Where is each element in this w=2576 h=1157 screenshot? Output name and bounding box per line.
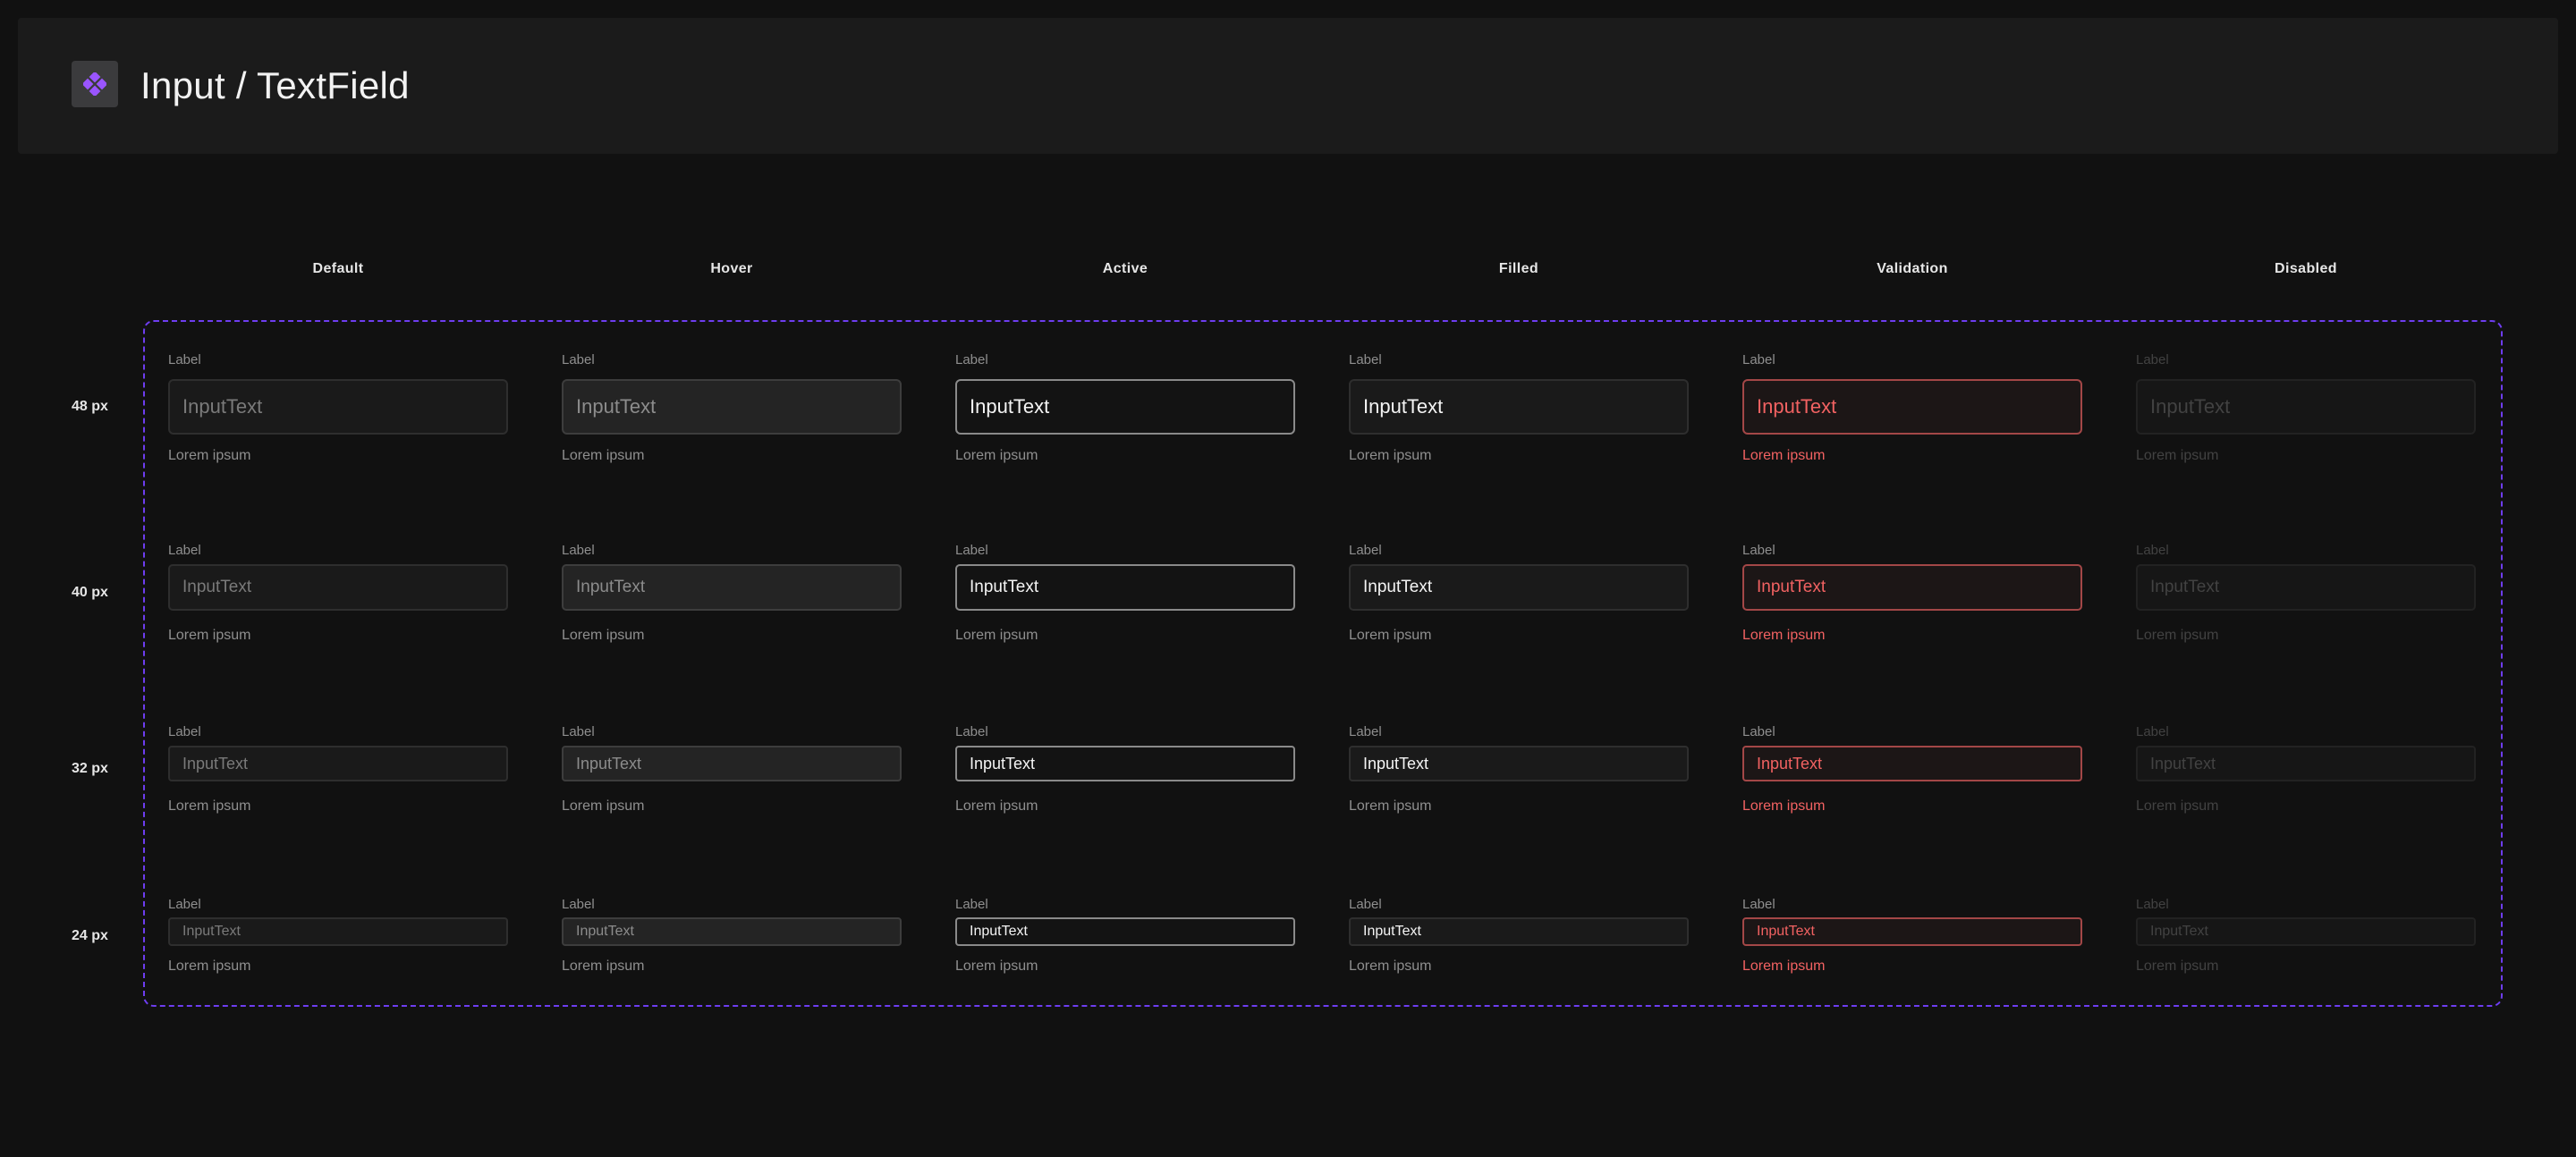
helper-text: Lorem ipsum — [955, 628, 1038, 643]
field-label: Label — [2136, 543, 2169, 558]
text-input[interactable]: InputText — [168, 746, 508, 781]
text-input[interactable]: InputText — [562, 379, 902, 435]
text-input[interactable]: InputText — [1742, 746, 2082, 781]
field-label: Label — [1742, 543, 1775, 558]
field-label: Label — [562, 897, 595, 912]
column-header-hover: Hover — [710, 261, 753, 276]
field-label: Label — [168, 352, 201, 367]
column-header-active: Active — [1102, 261, 1148, 276]
text-input[interactable]: InputText — [1349, 746, 1689, 781]
helper-text: Lorem ipsum — [955, 959, 1038, 974]
helper-text: Lorem ipsum — [1349, 628, 1432, 643]
field-label: Label — [168, 897, 201, 912]
text-input[interactable]: InputText — [1349, 564, 1689, 611]
text-input: InputText — [2136, 746, 2476, 781]
field-label: Label — [1742, 352, 1775, 367]
text-input[interactable]: InputText — [1742, 379, 2082, 435]
error-text: Lorem ipsum — [1742, 798, 1826, 814]
helper-text: Lorem ipsum — [562, 798, 645, 814]
helper-text: Lorem ipsum — [955, 448, 1038, 463]
text-input[interactable]: InputText — [562, 917, 902, 946]
field-label: Label — [1349, 724, 1382, 739]
field-label: Label — [955, 724, 988, 739]
text-input: InputText — [2136, 564, 2476, 611]
helper-text: Lorem ipsum — [2136, 798, 2219, 814]
field-label: Label — [2136, 897, 2169, 912]
helper-text: Lorem ipsum — [562, 628, 645, 643]
text-input[interactable]: InputText — [168, 564, 508, 611]
error-text: Lorem ipsum — [1742, 448, 1826, 463]
text-input[interactable]: InputText — [955, 917, 1295, 946]
text-input[interactable]: InputText — [562, 564, 902, 611]
field-label: Label — [2136, 724, 2169, 739]
field-label: Label — [168, 543, 201, 558]
text-input: InputText — [2136, 379, 2476, 435]
column-header-validation: Validation — [1877, 261, 1948, 276]
helper-text: Lorem ipsum — [2136, 628, 2219, 643]
component-icon — [72, 61, 118, 107]
column-header-default: Default — [312, 261, 364, 276]
field-label: Label — [955, 352, 988, 367]
text-input[interactable]: InputText — [955, 746, 1295, 781]
helper-text: Lorem ipsum — [168, 959, 251, 974]
text-input[interactable]: InputText — [1349, 917, 1689, 946]
field-label: Label — [955, 897, 988, 912]
error-text: Lorem ipsum — [1742, 628, 1826, 643]
helper-text: Lorem ipsum — [1349, 798, 1432, 814]
page-title: Input / TextField — [140, 64, 410, 106]
field-label: Label — [1349, 352, 1382, 367]
helper-text: Lorem ipsum — [1349, 448, 1432, 463]
field-label: Label — [562, 543, 595, 558]
row-label-32: 32 px — [72, 761, 108, 776]
field-label: Label — [1742, 897, 1775, 912]
text-input: InputText — [2136, 917, 2476, 946]
helper-text: Lorem ipsum — [955, 798, 1038, 814]
field-label: Label — [1742, 724, 1775, 739]
helper-text: Lorem ipsum — [562, 448, 645, 463]
helper-text: Lorem ipsum — [2136, 959, 2219, 974]
column-header-filled: Filled — [1498, 261, 1539, 276]
text-input[interactable]: InputText — [1349, 379, 1689, 435]
field-label: Label — [168, 724, 201, 739]
helper-text: Lorem ipsum — [168, 798, 251, 814]
row-label-48: 48 px — [72, 399, 108, 414]
column-header-disabled: Disabled — [2275, 261, 2337, 276]
helper-text: Lorem ipsum — [168, 628, 251, 643]
text-input[interactable]: InputText — [1742, 917, 2082, 946]
field-label: Label — [562, 352, 595, 367]
row-label-24: 24 px — [72, 928, 108, 943]
text-input[interactable]: InputText — [562, 746, 902, 781]
field-label: Label — [955, 543, 988, 558]
helper-text: Lorem ipsum — [562, 959, 645, 974]
helper-text: Lorem ipsum — [1349, 959, 1432, 974]
text-input[interactable]: InputText — [1742, 564, 2082, 611]
helper-text: Lorem ipsum — [168, 448, 251, 463]
text-input[interactable]: InputText — [168, 379, 508, 435]
field-label: Label — [562, 724, 595, 739]
field-label: Label — [1349, 897, 1382, 912]
row-label-40: 40 px — [72, 585, 108, 600]
page-header: Input / TextField — [18, 18, 2558, 154]
text-input[interactable]: InputText — [955, 564, 1295, 611]
field-label: Label — [2136, 352, 2169, 367]
error-text: Lorem ipsum — [1742, 959, 1826, 974]
text-input[interactable]: InputText — [955, 379, 1295, 435]
helper-text: Lorem ipsum — [2136, 448, 2219, 463]
text-input[interactable]: InputText — [168, 917, 508, 946]
field-label: Label — [1349, 543, 1382, 558]
